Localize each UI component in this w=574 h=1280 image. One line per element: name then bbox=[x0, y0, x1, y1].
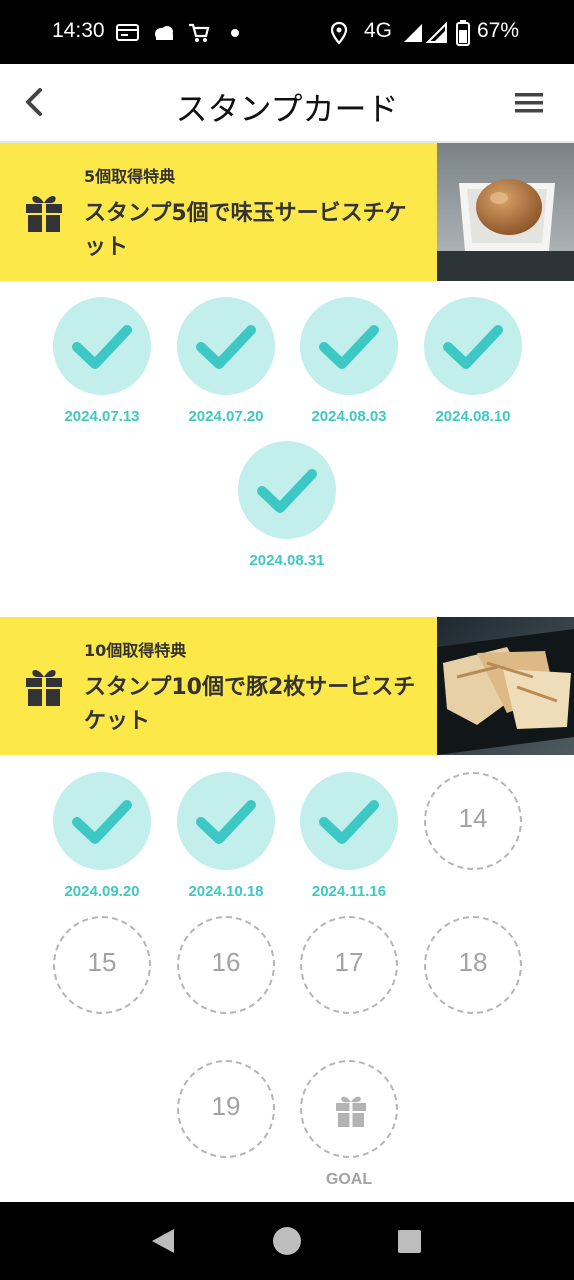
slot-number: 14 bbox=[458, 803, 488, 833]
slot-number: 15 bbox=[87, 947, 117, 977]
stamp-3 bbox=[300, 297, 398, 395]
reward-title: スタンプ10個で豚2枚サービスチ ケット bbox=[84, 671, 424, 739]
reward-banner-5: 5個取得特典 スタンプ5個で味玉サービスチケ ット bbox=[0, 143, 574, 281]
checkmark-icon bbox=[196, 325, 256, 369]
network-type: 4G bbox=[364, 19, 393, 42]
stamp-date: 2024.08.10 bbox=[435, 408, 511, 425]
stamp-5 bbox=[238, 441, 336, 539]
checkmark-icon bbox=[319, 325, 379, 369]
stamp-11 bbox=[53, 772, 151, 870]
goal-stamp-slot bbox=[300, 1060, 398, 1158]
checkmark-icon bbox=[72, 325, 132, 369]
empty-stamp-slot: 15 bbox=[53, 916, 151, 1014]
reward-subtitle: 10個取得特典 bbox=[84, 641, 187, 660]
empty-stamp-slot: 18 bbox=[424, 916, 522, 1014]
location-icon bbox=[330, 21, 348, 45]
status-time: 14:30 bbox=[52, 19, 105, 42]
reward-title-line-2: ット bbox=[84, 235, 129, 260]
reward-title-line-1: スタンプ5個で味玉サービスチケ bbox=[84, 201, 407, 226]
slot-number: 19 bbox=[211, 1091, 241, 1121]
recents-square-icon[interactable] bbox=[397, 1229, 423, 1255]
system-nav-bar bbox=[0, 1202, 574, 1280]
reward-banner-10: 10個取得特典 スタンプ10個で豚2枚サービスチ ケット bbox=[0, 617, 574, 755]
back-triangle-icon[interactable] bbox=[148, 1226, 178, 1256]
slot-number: 16 bbox=[211, 947, 241, 977]
checkmark-icon bbox=[319, 800, 379, 844]
stamp-13 bbox=[300, 772, 398, 870]
page-title: スタンプカード bbox=[175, 90, 399, 128]
battery-icon bbox=[456, 20, 470, 46]
goal-label: GOAL bbox=[325, 1171, 373, 1188]
empty-stamp-slot: 16 bbox=[177, 916, 275, 1014]
stamp-date: 2024.08.03 bbox=[311, 408, 387, 425]
empty-stamp-slot: 17 bbox=[300, 916, 398, 1014]
app-bar: スタンプカード bbox=[0, 64, 574, 143]
cart-icon bbox=[189, 23, 210, 42]
stamp-date: 2024.07.20 bbox=[188, 408, 264, 425]
gift-icon bbox=[336, 1096, 366, 1127]
stamp-date: 2024.10.18 bbox=[188, 883, 264, 900]
signal-icon-2 bbox=[426, 22, 447, 43]
stamp-date: 2024.09.20 bbox=[64, 883, 140, 900]
reward-title-line-1: スタンプ10個で豚2枚サービスチ bbox=[84, 675, 416, 700]
card-icon bbox=[116, 24, 139, 41]
checkmark-icon bbox=[443, 325, 503, 369]
reward-title-line-2: ケット bbox=[84, 709, 151, 734]
stamp-date: 2024.07.13 bbox=[64, 408, 140, 425]
status-bar: 14:30 4G 67% bbox=[0, 0, 574, 64]
reward-title: スタンプ5個で味玉サービスチケ ット bbox=[84, 197, 424, 265]
home-circle-icon[interactable] bbox=[272, 1226, 302, 1256]
stamp-4 bbox=[424, 297, 522, 395]
stamp-12 bbox=[177, 772, 275, 870]
stamp-2 bbox=[177, 297, 275, 395]
signal-icon bbox=[404, 24, 422, 42]
ajitama-egg-photo bbox=[437, 143, 574, 281]
checkmark-icon bbox=[257, 469, 317, 513]
gift-icon bbox=[26, 670, 62, 706]
slot-number: 17 bbox=[334, 947, 364, 977]
chashu-pork-photo bbox=[437, 617, 574, 755]
empty-stamp-slot: 14 bbox=[424, 772, 522, 870]
checkmark-icon bbox=[196, 800, 256, 844]
cloud-icon bbox=[155, 26, 173, 40]
stamp-1 bbox=[53, 297, 151, 395]
gift-icon bbox=[26, 196, 62, 232]
stamp-date: 2024.08.31 bbox=[249, 552, 325, 569]
checkmark-icon bbox=[72, 800, 132, 844]
reward-subtitle: 5個取得特典 bbox=[84, 167, 176, 186]
notification-dot-icon bbox=[231, 29, 239, 37]
empty-stamp-slot: 19 bbox=[177, 1060, 275, 1158]
battery-level: 67% bbox=[477, 19, 520, 42]
stamp-date: 2024.11.16 bbox=[311, 883, 387, 900]
slot-number: 18 bbox=[458, 947, 488, 977]
hamburger-menu-icon[interactable] bbox=[506, 86, 552, 120]
